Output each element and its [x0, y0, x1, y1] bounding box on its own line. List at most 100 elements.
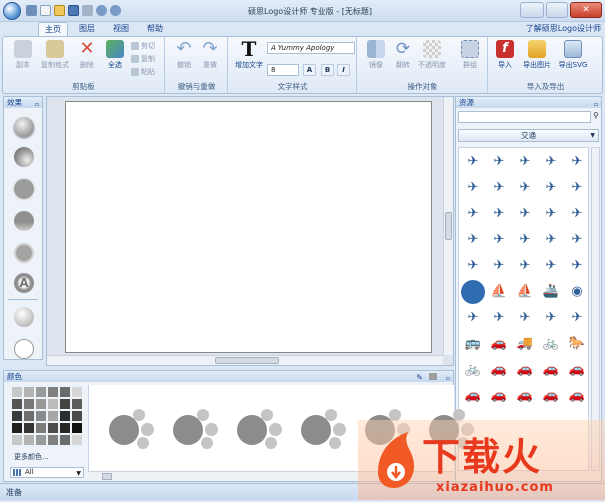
italic-button[interactable]: I	[337, 64, 350, 76]
resource-shape-item[interactable]: 🚲	[539, 332, 563, 356]
color-filter-dropdown[interactable]: All ▼	[10, 467, 84, 478]
color-preview-icon[interactable]	[429, 373, 437, 380]
resource-shape-item[interactable]: ✈	[513, 306, 537, 330]
export-image-button[interactable]: 导出图片	[523, 40, 551, 70]
resource-shape-item[interactable]: ✈	[513, 254, 537, 278]
resource-shape-item[interactable]: ✈	[461, 254, 485, 278]
text-case-button[interactable]: A	[303, 64, 316, 76]
export-svg-button[interactable]: 导出SVG	[559, 40, 587, 70]
save-icon[interactable]	[68, 5, 79, 16]
effect-outline[interactable]	[14, 243, 34, 263]
resource-shape-item[interactable]: 🚗	[487, 384, 511, 408]
color-swatch[interactable]	[60, 411, 70, 421]
undo-icon[interactable]	[96, 5, 107, 16]
resource-shape-item[interactable]: ✈	[565, 150, 589, 174]
color-swatch[interactable]	[72, 435, 82, 445]
vscroll-thumb[interactable]	[445, 212, 452, 240]
color-swatch[interactable]	[60, 435, 70, 445]
resource-shape-item[interactable]: ✈	[539, 202, 563, 226]
color-swatch[interactable]	[48, 387, 58, 397]
resource-shape-item[interactable]: 🚗	[487, 358, 511, 382]
color-swatch[interactable]	[48, 423, 58, 433]
color-swatch[interactable]	[24, 387, 34, 397]
redo-icon[interactable]	[110, 5, 121, 16]
copy-format-button[interactable]: 复制格式	[41, 40, 69, 70]
new-file-icon[interactable]	[40, 5, 51, 16]
design-canvas[interactable]	[65, 101, 432, 353]
paste-button[interactable]: 粘贴	[131, 67, 155, 77]
rotate-button[interactable]: ⟳ 翻转	[391, 40, 415, 70]
effect-flat[interactable]	[14, 179, 34, 199]
resource-shape-item[interactable]: ✈	[565, 202, 589, 226]
color-swatch[interactable]	[36, 435, 46, 445]
more-colors-link[interactable]: 更多颜色...	[14, 452, 49, 462]
redo-button[interactable]: ↷ 重做	[198, 40, 222, 70]
resource-shape-item[interactable]: ✈	[539, 176, 563, 200]
resource-shape-item[interactable]: ✈	[539, 306, 563, 330]
resource-shape-item[interactable]: 🚢	[539, 280, 563, 304]
bold-button[interactable]: B	[321, 64, 334, 76]
resource-shape-item[interactable]: ◉	[565, 280, 589, 304]
print-icon[interactable]	[82, 5, 93, 16]
resource-shape-item[interactable]: ✈	[565, 228, 589, 252]
color-swatch[interactable]	[24, 411, 34, 421]
resource-shape-item[interactable]: 🚌	[461, 332, 485, 356]
resource-shape-item[interactable]: ✈	[513, 228, 537, 252]
resource-shape-item[interactable]: ✈	[487, 150, 511, 174]
pin-icon[interactable]: ▫	[446, 373, 450, 384]
close-button[interactable]: ✕	[570, 2, 602, 18]
color-swatch[interactable]	[36, 399, 46, 409]
pin-icon[interactable]: ▫	[35, 99, 39, 110]
effect-bevel[interactable]	[14, 117, 34, 137]
add-text-button[interactable]: T 增加文字	[233, 39, 265, 70]
font-family-select[interactable]: A Yummy Apology	[267, 42, 355, 54]
resource-shape-item[interactable]: 🚚	[513, 332, 537, 356]
effect-gloss[interactable]	[14, 307, 34, 327]
qat-dropdown-icon[interactable]	[26, 5, 37, 16]
effect-none[interactable]	[14, 339, 34, 359]
minimize-button[interactable]	[520, 2, 544, 18]
app-menu-button[interactable]	[3, 2, 21, 20]
resource-shape-item[interactable]: ✈	[461, 150, 485, 174]
effect-inner-shadow[interactable]	[14, 147, 34, 167]
resource-shape-item[interactable]: ✈	[461, 202, 485, 226]
canvas-horizontal-scrollbar[interactable]	[47, 355, 443, 365]
resource-shape-item[interactable]: ⛵	[513, 280, 537, 304]
color-swatch[interactable]	[72, 423, 82, 433]
resource-shape-item[interactable]: ✈	[513, 176, 537, 200]
resource-shape-item[interactable]: 🐎	[565, 332, 589, 356]
color-swatch[interactable]	[12, 435, 22, 445]
color-swatch[interactable]	[24, 399, 34, 409]
resource-shape-item[interactable]: ⛵	[487, 280, 511, 304]
resource-shape-item[interactable]: ✈	[461, 306, 485, 330]
resource-shape-item[interactable]: ✈	[539, 150, 563, 174]
resource-shape-item[interactable]: ✈	[513, 202, 537, 226]
tab-layers[interactable]: 图层	[74, 22, 100, 36]
resource-shape-item[interactable]: 🚲	[461, 358, 485, 382]
import-button[interactable]: f 导入	[493, 40, 517, 70]
resource-shape-item[interactable]: 🚗	[513, 384, 537, 408]
color-swatch[interactable]	[12, 411, 22, 421]
pin-icon[interactable]: ▫	[594, 99, 598, 110]
resource-shape-item[interactable]: ✈	[487, 228, 511, 252]
color-swatch[interactable]	[48, 399, 58, 409]
color-swatch[interactable]	[48, 435, 58, 445]
color-swatch[interactable]	[48, 411, 58, 421]
resource-shape-item[interactable]: 🚗	[513, 358, 537, 382]
resource-shape-item[interactable]: ✈	[565, 306, 589, 330]
color-swatch[interactable]	[12, 387, 22, 397]
resource-shape-item[interactable]: ✈	[487, 176, 511, 200]
maximize-button[interactable]	[546, 2, 568, 18]
tab-home[interactable]: 主页	[38, 22, 68, 36]
resource-shape-item[interactable]: ✈	[565, 176, 589, 200]
resource-shape-item[interactable]: ✈	[539, 254, 563, 278]
resource-shape-item[interactable]: ✈	[565, 254, 589, 278]
resource-shape-item[interactable]: 🚗	[565, 358, 589, 382]
eyedropper-icon[interactable]: ✎	[416, 372, 423, 383]
resource-shape-item[interactable]: 🚗	[565, 384, 589, 408]
resource-shape-item[interactable]	[461, 280, 485, 304]
color-swatch[interactable]	[36, 387, 46, 397]
resource-shape-item[interactable]: ✈	[461, 176, 485, 200]
cut-button[interactable]: 剪切	[131, 41, 155, 51]
tab-view[interactable]: 视图	[108, 22, 134, 36]
